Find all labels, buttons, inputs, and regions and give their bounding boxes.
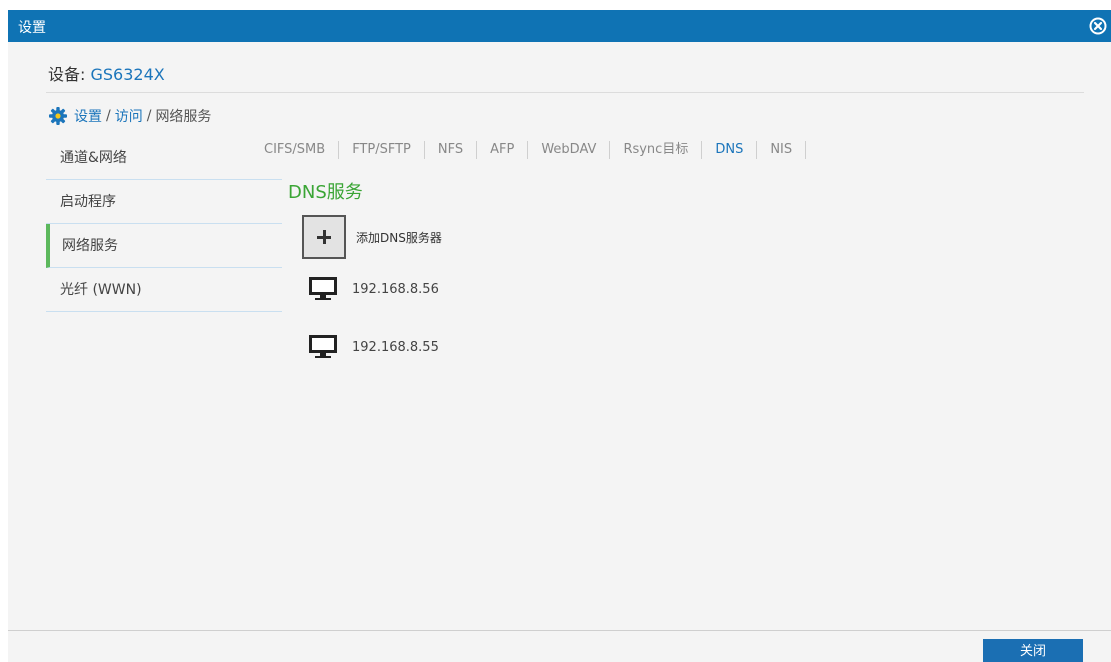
breadcrumb-current: 网络服务 — [155, 109, 212, 125]
settings-dialog: 设置 设备: GS6324X 设置 / 访问 / 网络服务 通道&网络 启动程序… — [8, 10, 1111, 662]
dns-server-item[interactable]: 192.168.8.56 — [308, 276, 439, 302]
tab-cifs-smb[interactable]: CIFS/SMB — [264, 141, 340, 159]
tab-nis[interactable]: NIS — [757, 141, 807, 159]
service-tabs: CIFS/SMB FTP/SFTP NFS AFP WebDAV Rsync目标… — [264, 140, 807, 160]
dns-server-ip: 192.168.8.56 — [352, 281, 439, 297]
sidebar-item-channels-network[interactable]: 通道&网络 — [46, 136, 282, 180]
tab-webdav[interactable]: WebDAV — [528, 141, 611, 159]
header-divider — [46, 92, 1084, 93]
breadcrumb-separator: / — [146, 108, 152, 124]
monitor-icon — [309, 277, 337, 300]
device-name: GS6324X — [90, 65, 165, 84]
add-dns-server-label: 添加DNS服务器 — [356, 230, 442, 245]
tab-nfs[interactable]: NFS — [425, 141, 478, 159]
monitor-icon — [309, 335, 337, 358]
tab-afp[interactable]: AFP — [477, 141, 529, 159]
plus-icon — [322, 230, 326, 244]
sidebar-item-network-services[interactable]: 网络服务 — [46, 224, 282, 268]
dns-server-item[interactable]: 192.168.8.55 — [308, 334, 439, 360]
tab-dns[interactable]: DNS — [702, 141, 758, 159]
dns-server-ip: 192.168.8.55 — [352, 339, 439, 355]
add-dns-server[interactable]: 添加DNS服务器 — [302, 215, 442, 259]
sidebar-item-initiators[interactable]: 启动程序 — [46, 180, 282, 224]
close-circle-icon[interactable] — [1089, 17, 1107, 35]
breadcrumb-separator: / — [106, 108, 111, 124]
sidebar: 通道&网络 启动程序 网络服务 光纤 (WWN) — [46, 136, 282, 312]
tab-ftp-sftp[interactable]: FTP/SFTP — [339, 141, 425, 159]
section-title: DNS服务 — [288, 182, 363, 203]
device-info: 设备: GS6324X — [48, 61, 165, 85]
add-dns-server-button[interactable] — [302, 215, 346, 259]
footer-divider — [8, 630, 1111, 631]
breadcrumb: 设置 / 访问 / 网络服务 — [48, 106, 211, 126]
tab-rsync-target[interactable]: Rsync目标 — [610, 141, 703, 159]
title-bar: 设置 — [8, 10, 1111, 42]
breadcrumb-access[interactable]: 访问 — [115, 106, 143, 126]
close-button[interactable]: 关闭 — [983, 639, 1083, 662]
device-label: 设备: — [48, 65, 86, 84]
breadcrumb-settings[interactable]: 设置 — [74, 106, 102, 126]
gear-icon — [49, 107, 67, 125]
window-title: 设置 — [18, 20, 46, 36]
sidebar-item-fibre-wwn[interactable]: 光纤 (WWN) — [46, 268, 282, 312]
